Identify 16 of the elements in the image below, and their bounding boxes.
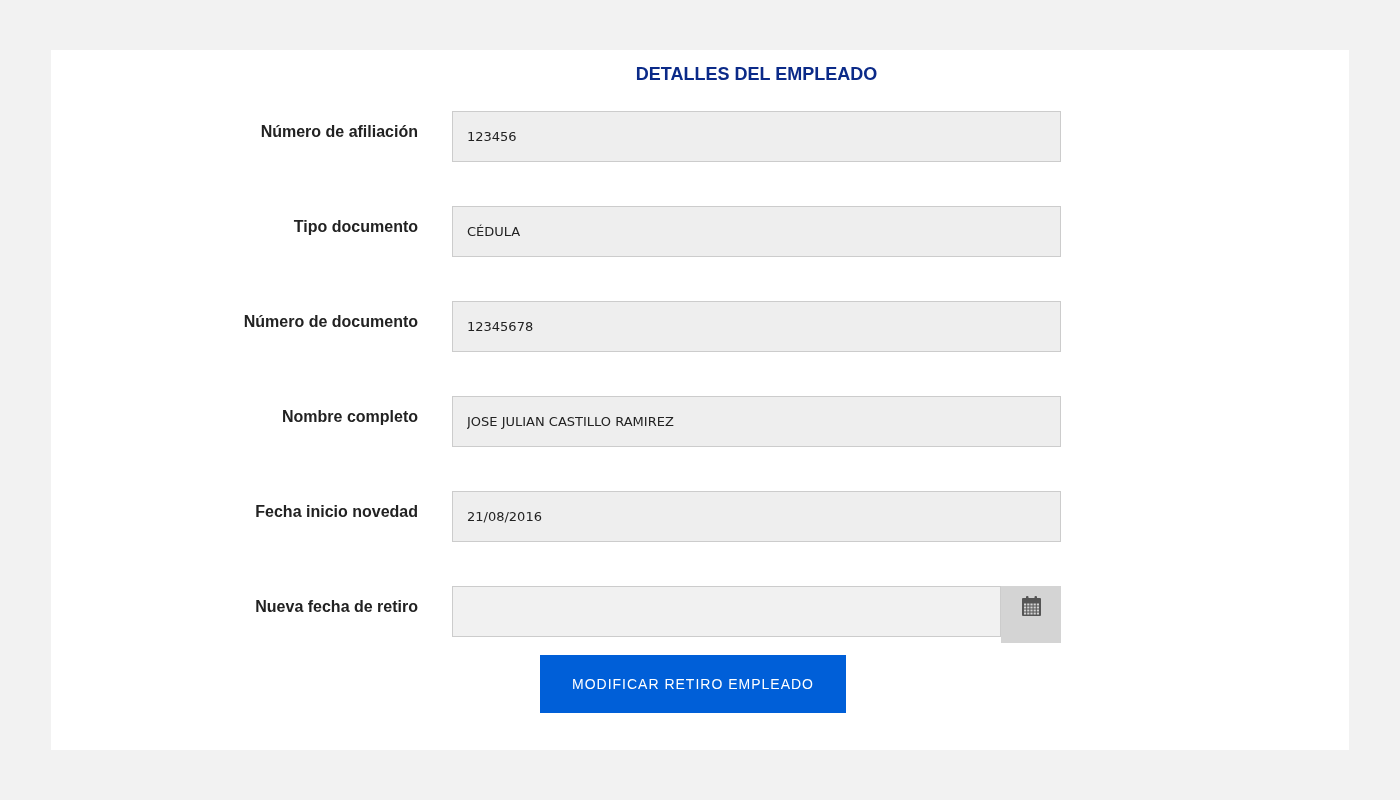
- field-label: Tipo documento: [293, 218, 418, 236]
- form-title: DETALLES DEL EMPLEADO: [634, 63, 879, 85]
- field-label: Número de afiliación: [260, 123, 418, 141]
- input-field[interactable]: CÉDULA: [452, 206, 1061, 257]
- submit-button[interactable]: MODIFICAR RETIRO EMPLEADO: [540, 655, 846, 713]
- input-field[interactable]: JOSE JULIAN CASTILLO RAMIREZ: [452, 396, 1061, 447]
- calendar-icon: [1021, 596, 1041, 616]
- date-field[interactable]: [452, 586, 1001, 637]
- calendar-button[interactable]: [1001, 586, 1061, 643]
- field-label: Nombre completo: [282, 408, 418, 426]
- input-field[interactable]: 123456: [452, 111, 1061, 162]
- input-field[interactable]: 12345678: [452, 301, 1061, 352]
- input-field[interactable]: 21/08/2016: [452, 491, 1061, 542]
- field-label: Fecha inicio novedad: [255, 503, 418, 521]
- field-label: Nueva fecha de retiro: [255, 598, 418, 616]
- field-label: Número de documento: [243, 313, 418, 331]
